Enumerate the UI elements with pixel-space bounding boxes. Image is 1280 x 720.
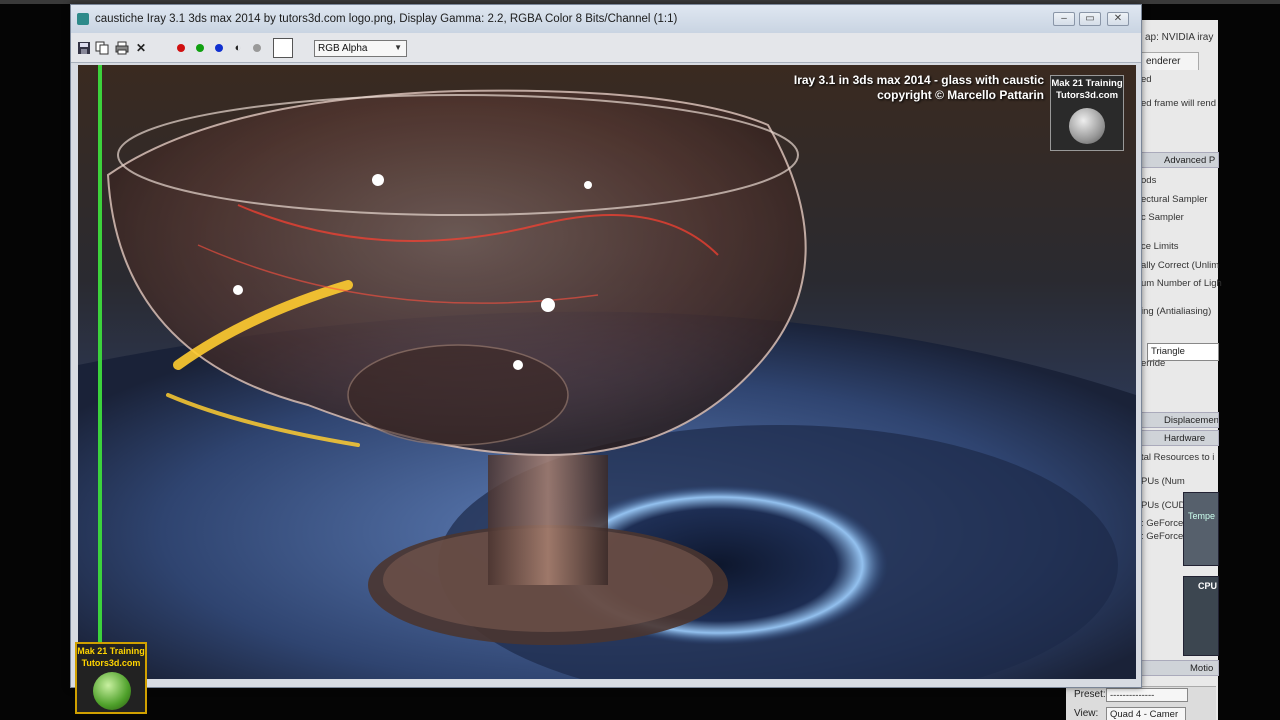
rendered-image: Iray 3.1 in 3ds max 2014 - glass with ca… (78, 65, 1136, 679)
channel-select-value: RGB Alpha (318, 43, 368, 54)
render-setup-text: ed (1141, 74, 1152, 85)
chevron-down-icon: ▼ (394, 43, 402, 52)
training-logo: Mak 21 Training Tutors3d.com (1050, 75, 1124, 151)
checkbox-gpu-2[interactable]: : GeForce (1141, 531, 1183, 542)
render-setup-text: tal Resources to i (1141, 452, 1215, 463)
viewport-controls: Preset: -------------- View: Quad 4 - Ca… (1066, 686, 1216, 720)
render-setup-text: PUs (Num (1141, 476, 1185, 487)
watermark-logo: Mak 21 Training Tutors3d.com (75, 642, 147, 714)
frame-buffer-window: caustiche Iray 3.1 3ds max 2014 by tutor… (70, 4, 1142, 688)
teapot-logo-icon (93, 672, 131, 710)
cpu-monitor-widget: CPU (1183, 576, 1219, 656)
rollout-hardware[interactable]: Hardware (1141, 430, 1219, 446)
save-icon[interactable] (77, 41, 91, 55)
caption-line-1: Iray 3.1 in 3ds max 2014 - glass with ca… (793, 73, 1044, 87)
mono-icon[interactable] (253, 44, 261, 52)
maximize-button[interactable]: ▭ (1079, 12, 1101, 26)
clear-icon[interactable]: ✕ (134, 41, 148, 55)
rollout-displacement[interactable]: Displacemen (1141, 412, 1219, 428)
logo-line-1: Mak 21 Training (1051, 78, 1123, 89)
watermark-line-2: Tutors3d.com (81, 658, 141, 668)
render-setup-dialog: ap: NVIDIA iray enderer ed ed frame will… (1138, 20, 1222, 720)
frame-buffer-toolbar: ✕ ◐ RGB Alpha ▼ (71, 33, 1141, 63)
render-setup-text: ce Limits (1141, 241, 1179, 252)
gpu-monitor-label: Tempe (1188, 511, 1216, 521)
view-label: View: (1074, 708, 1099, 719)
view-select[interactable]: Quad 4 - Camer (1106, 707, 1186, 720)
desktop: ap: NVIDIA iray enderer ed ed frame will… (0, 0, 1280, 720)
rollout-advanced-parameters[interactable]: Advanced P (1141, 152, 1219, 168)
render-setup-text: ods (1141, 175, 1157, 186)
minimize-button[interactable]: – (1053, 12, 1075, 26)
print-icon[interactable] (115, 41, 129, 55)
radio-physically-correct[interactable]: ally Correct (Unlim (1141, 260, 1219, 271)
copy-icon[interactable] (95, 41, 109, 55)
window-title: caustiche Iray 3.1 3ds max 2014 by tutor… (95, 13, 678, 25)
preset-label: Preset: (1074, 689, 1106, 700)
blue-channel-icon[interactable] (215, 44, 223, 52)
radio-architectural-sampler[interactable]: ectural Sampler (1141, 194, 1208, 205)
render-caption: Iray 3.1 in 3ds max 2014 - glass with ca… (794, 73, 1044, 103)
render-setup-text: ed frame will rend (1141, 98, 1216, 109)
logo-line-2: Tutors3d.com (1055, 90, 1119, 101)
alpha-channel-icon[interactable]: ◐ (231, 41, 245, 55)
channel-select[interactable]: RGB Alpha ▼ (314, 40, 407, 57)
color-swatch[interactable] (273, 38, 293, 58)
render-setup-text: ing (Antialiasing) (1141, 306, 1212, 317)
radio-generic-sampler[interactable]: c Sampler (1141, 212, 1184, 223)
checkbox-gpu-1[interactable]: : GeForce (1141, 518, 1183, 529)
watermark-line-1: Mak 21 Training (77, 646, 145, 656)
rollout-motion[interactable]: Motio (1141, 660, 1219, 676)
cpu-monitor-label: CPU (1198, 581, 1218, 591)
preset-select[interactable]: -------------- (1106, 688, 1188, 702)
render-progress-line (98, 65, 102, 679)
app-icon (77, 13, 89, 25)
close-button[interactable]: ✕ (1107, 12, 1129, 26)
render-setup-title: ap: NVIDIA iray (1145, 32, 1214, 43)
caption-line-2: copyright © Marcello Pattarin (877, 88, 1044, 102)
glass-bowl-render (78, 65, 1136, 679)
radio-max-lights[interactable]: um Number of Ligh (1141, 278, 1222, 289)
tab-renderer[interactable]: enderer (1141, 52, 1199, 70)
green-channel-icon[interactable] (196, 44, 204, 52)
teapot-logo-icon (1069, 108, 1105, 144)
checkbox-override[interactable]: erride (1141, 358, 1165, 369)
red-channel-icon[interactable] (177, 44, 185, 52)
title-bar[interactable]: caustiche Iray 3.1 3ds max 2014 by tutor… (71, 5, 1141, 33)
gpu-monitor-widget: Tempe (1183, 492, 1219, 566)
